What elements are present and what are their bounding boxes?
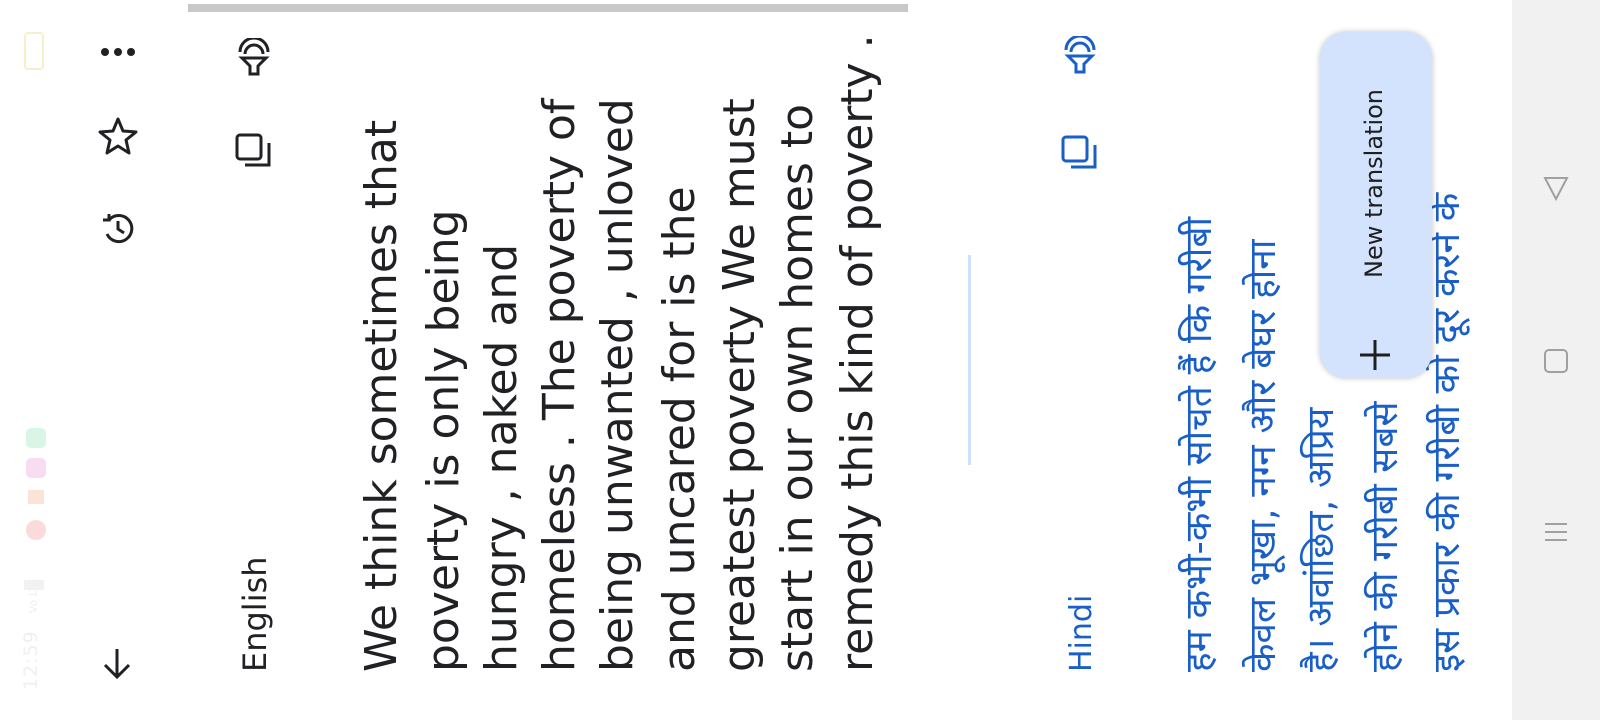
target-text-line: होने की गरीबी सबसे: [1363, 401, 1406, 672]
source-text-line: homeless . The poverty of: [534, 98, 585, 672]
target-text-line: है। अवांछित, अप्रिय: [1299, 407, 1342, 672]
source-text-line: and uncared for is the: [654, 186, 705, 672]
target-language-label[interactable]: Hindi: [1064, 595, 1099, 672]
status-time: 12:59: [20, 630, 42, 690]
source-text-line: greatest poverty We must: [714, 98, 765, 672]
copy-icon[interactable]: [1060, 134, 1098, 172]
history-icon[interactable]: [99, 210, 137, 248]
card-handle: [188, 4, 908, 12]
star-outline-icon[interactable]: [98, 116, 138, 156]
whatsapp-icon: [26, 428, 46, 448]
4g-badge: [26, 520, 46, 540]
battery-icon: [24, 32, 44, 70]
source-text-line: being unwanted , unloved: [592, 98, 643, 672]
speaker-icon[interactable]: [1060, 36, 1100, 76]
target-card: Hindi हम कभी-कभी सोचते हैं कि गरीबी केवल…: [1030, 0, 1510, 720]
copy-icon[interactable]: [234, 132, 272, 170]
navigation-bar: [1512, 0, 1600, 720]
status-bar: 12:59 Vo LTE: [0, 0, 70, 720]
source-text-line: hungry , naked and: [476, 243, 527, 672]
source-text-line: remedy this kind of poverty .: [832, 34, 883, 672]
new-translation-button[interactable]: New translation: [1320, 32, 1432, 378]
arrow-down-icon[interactable]: [99, 645, 135, 681]
source-card: English We think sometimes that poverty …: [180, 0, 920, 720]
new-translation-label: New translation: [1360, 88, 1388, 278]
card-divider: [968, 255, 971, 465]
plus-icon: [1360, 340, 1390, 370]
source-text-line: We think sometimes that: [356, 119, 407, 672]
speaker-icon[interactable]: [234, 38, 274, 78]
gmail-icon: [28, 490, 44, 504]
home-nav-icon[interactable]: [1543, 348, 1569, 374]
signal-icon: [24, 580, 44, 590]
instagram-icon: [26, 458, 46, 478]
back-nav-icon[interactable]: [1542, 174, 1570, 202]
source-text-line: poverty is only being: [418, 209, 469, 672]
target-text-line: केवल भूखा, नग्न और बेघर होना: [1241, 239, 1284, 672]
source-language-label[interactable]: English: [236, 556, 274, 672]
more-horizontal-icon[interactable]: [99, 40, 137, 64]
target-text-line: हम कभी-कभी सोचते हैं कि गरीबी: [1177, 216, 1220, 672]
source-text-line: start in our own homes to: [772, 103, 823, 672]
recents-nav-icon[interactable]: [1542, 518, 1570, 546]
toolbar: [85, 0, 155, 720]
